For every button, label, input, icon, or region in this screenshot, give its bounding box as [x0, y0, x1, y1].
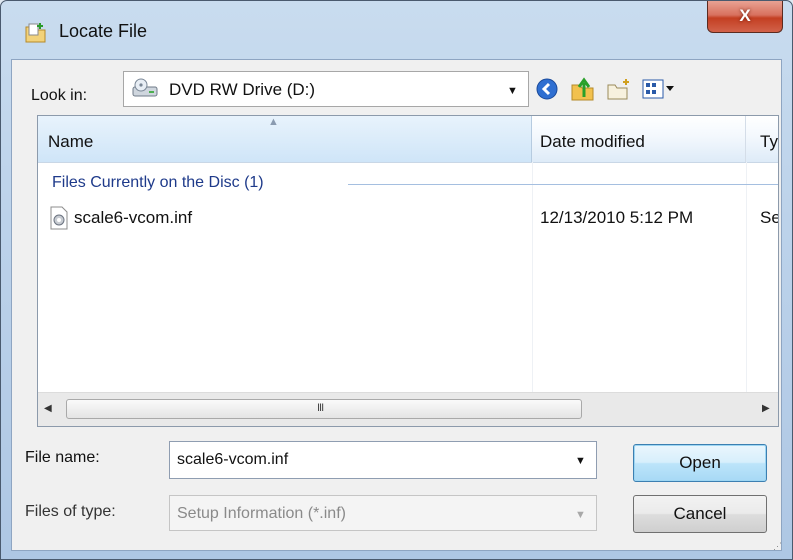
column-header-name[interactable]: ▲ Name	[38, 116, 532, 162]
scroll-grip: III	[317, 402, 324, 414]
resize-grip-icon[interactable]: ⋰	[773, 541, 782, 552]
column-header-type[interactable]: Ty	[746, 116, 778, 162]
file-type: Se	[760, 208, 779, 227]
group-divider	[348, 184, 778, 185]
up-folder-icon[interactable]	[569, 75, 597, 103]
dvd-drive-icon	[132, 78, 158, 97]
lookin-label: Look in:	[31, 87, 88, 104]
group-header[interactable]: Files Currently on the Disc (1)	[52, 174, 264, 192]
lookin-chevron-down-icon[interactable]: ▼	[507, 85, 518, 97]
sort-ascending-icon: ▲	[268, 116, 279, 128]
file-locate-icon	[25, 23, 46, 43]
close-button[interactable]: X	[707, 1, 783, 33]
column-label-type: Ty	[760, 132, 778, 151]
horizontal-scrollbar[interactable]: ◀ III ▶	[38, 392, 778, 426]
column-divider	[746, 162, 747, 392]
new-folder-icon[interactable]	[605, 77, 633, 103]
scroll-right-arrow-icon[interactable]: ▶	[762, 403, 770, 414]
file-list[interactable]: ▲ Name Date modified Ty Files Currently …	[37, 115, 779, 427]
lookin-value: DVD RW Drive (D:)	[169, 80, 316, 99]
filetype-chevron-down-icon[interactable]: ▼	[575, 509, 586, 521]
filetype-label: Files of type:	[25, 503, 116, 520]
list-header: ▲ Name Date modified Ty	[38, 116, 778, 163]
filename-input[interactable]	[169, 441, 597, 479]
column-label-date: Date modified	[540, 132, 645, 151]
back-icon[interactable]	[535, 77, 559, 101]
view-menu-icon[interactable]	[641, 77, 675, 101]
close-icon: X	[739, 6, 751, 25]
locate-file-dialog: Locate File X Look in: DVD RW Drive (D:)…	[0, 0, 793, 560]
filetype-value: Setup Information (*.inf)	[177, 505, 346, 522]
column-divider	[532, 162, 533, 392]
scroll-left-arrow-icon[interactable]: ◀	[44, 403, 52, 414]
column-header-date[interactable]: Date modified	[532, 116, 746, 162]
cancel-button[interactable]: Cancel	[633, 495, 767, 533]
column-label-name: Name	[48, 132, 94, 151]
scrollbar-thumb[interactable]: III	[66, 399, 582, 419]
title-bar[interactable]: Locate File X	[1, 1, 792, 61]
window-title: Locate File	[59, 21, 148, 41]
filename-chevron-down-icon[interactable]: ▼	[575, 455, 586, 467]
filename-label: File name:	[25, 449, 100, 466]
list-item[interactable]: scale6-vcom.inf 12/13/2010 5:12 PM Se	[38, 200, 778, 234]
file-name: scale6-vcom.inf	[74, 208, 193, 227]
file-date-modified: 12/13/2010 5:12 PM	[540, 208, 694, 227]
open-button[interactable]: Open	[633, 444, 767, 482]
inf-file-icon	[50, 206, 68, 230]
